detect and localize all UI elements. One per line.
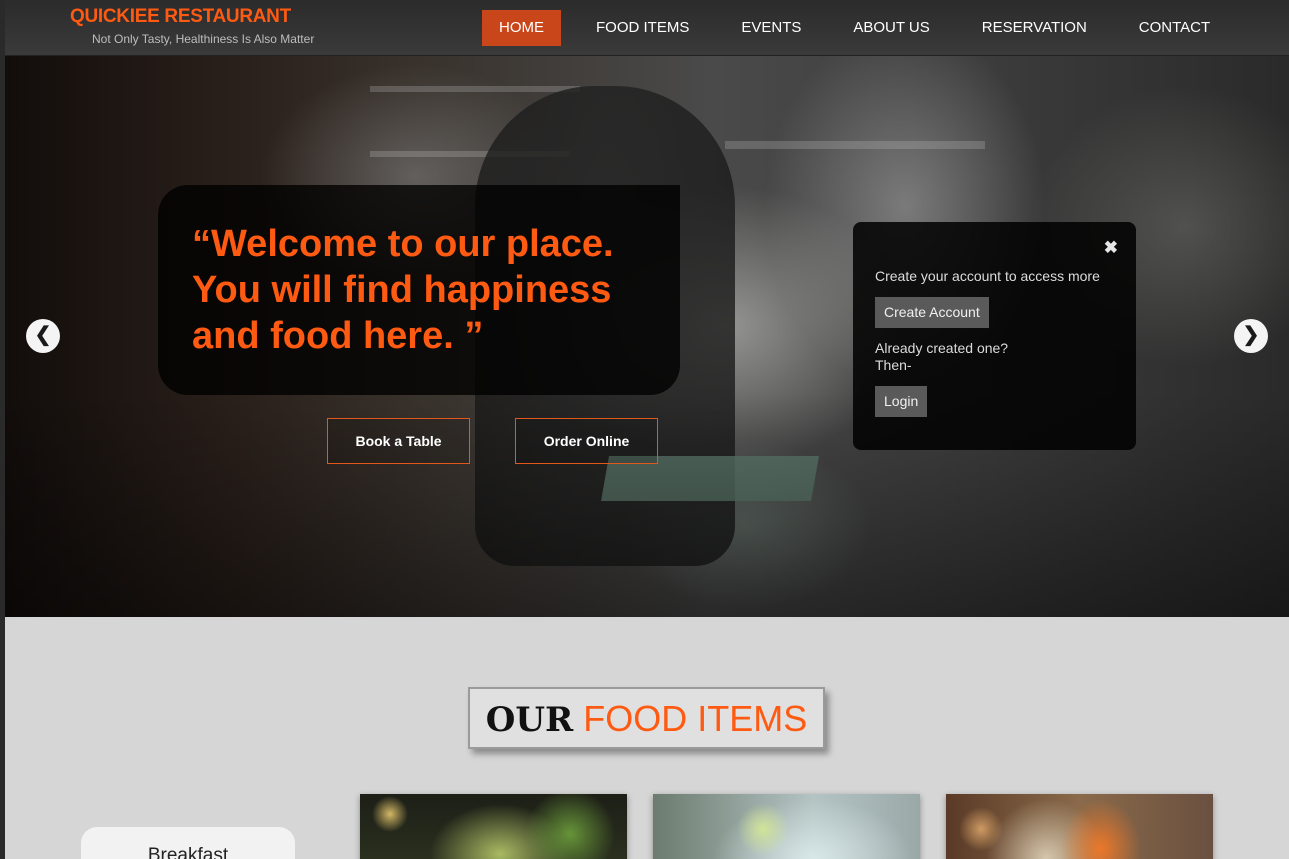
left-edge-strip — [0, 0, 5, 859]
popup-message: Create your account to access more — [875, 268, 1100, 284]
section-title: OUR FOOD ITEMS — [468, 687, 825, 749]
order-online-button[interactable]: Order Online — [515, 418, 658, 464]
page: QUICKIEE RESTAURANT Not Only Tasty, Heal… — [0, 0, 1289, 859]
food-card-image[interactable] — [653, 794, 920, 859]
nav-reservation[interactable]: RESERVATION — [965, 10, 1104, 46]
main-nav: HOME FOOD ITEMS EVENTS ABOUT US RESERVAT… — [482, 10, 1245, 46]
account-popup: ✖ Create your account to access more Cre… — [853, 222, 1136, 450]
nav-home[interactable]: HOME — [482, 10, 561, 46]
welcome-box: “Welcome to our place. You will find hap… — [158, 185, 680, 395]
book-table-button[interactable]: Book a Table — [327, 418, 470, 464]
create-account-button[interactable]: Create Account — [875, 297, 989, 328]
welcome-text: “Welcome to our place. You will find hap… — [192, 223, 614, 357]
food-card-image[interactable] — [360, 794, 627, 859]
brand-tagline: Not Only Tasty, Healthiness Is Also Matt… — [92, 32, 315, 46]
carousel-next-icon[interactable]: ❯ — [1234, 319, 1268, 353]
already-created-text: Already created one? Then- — [875, 340, 1075, 374]
nav-about-us[interactable]: ABOUT US — [836, 10, 946, 46]
hero-carousel: “Welcome to our place. You will find hap… — [5, 56, 1289, 617]
nav-events[interactable]: EVENTS — [724, 10, 818, 46]
site-header: QUICKIEE RESTAURANT Not Only Tasty, Heal… — [0, 0, 1289, 56]
login-button[interactable]: Login — [875, 386, 928, 417]
nav-food-items[interactable]: FOOD ITEMS — [579, 10, 706, 46]
brand-name[interactable]: QUICKIEE RESTAURANT — [70, 6, 291, 28]
already-created-line: Already created one? — [875, 340, 1009, 356]
carousel-prev-icon[interactable]: ❮ — [26, 319, 60, 353]
nav-contact[interactable]: CONTACT — [1122, 10, 1227, 46]
category-tab-breakfast[interactable]: Breakfast — [81, 827, 295, 859]
section-title-food-items: FOOD ITEMS — [583, 698, 808, 739]
section-title-our: OUR — [485, 700, 574, 740]
then-line: Then- — [875, 357, 912, 373]
close-icon[interactable]: ✖ — [1104, 238, 1118, 258]
food-card-image[interactable] — [946, 794, 1213, 859]
